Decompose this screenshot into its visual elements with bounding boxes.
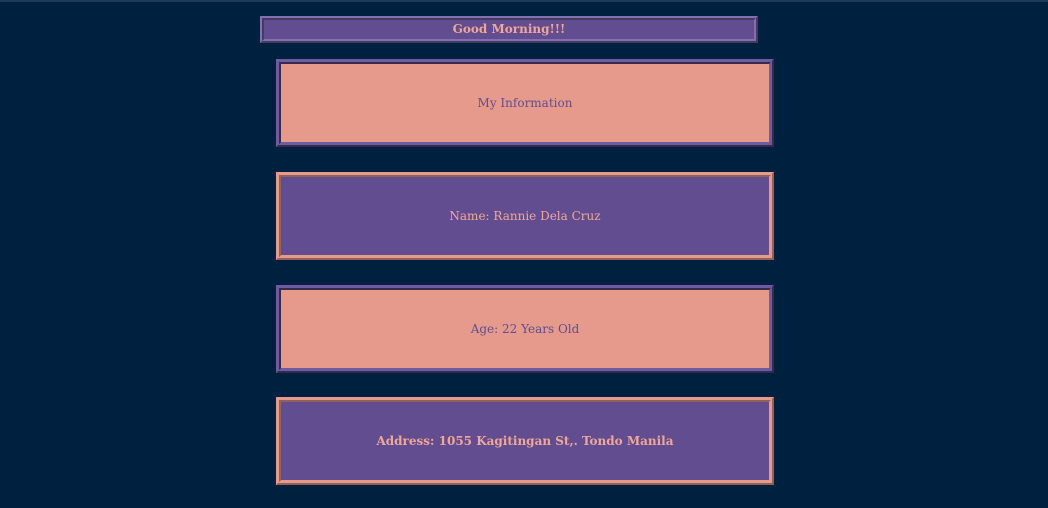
address-text: Address: 1055 Kagitingan St,. Tondo Mani… <box>376 434 674 448</box>
page: Good Morning!!! My Information Name: Ran… <box>0 0 1048 508</box>
name-card: Name: Rannie Dela Cruz <box>276 172 774 260</box>
address-card: Address: 1055 Kagitingan St,. Tondo Mani… <box>276 397 774 485</box>
my-information-label: My Information <box>477 96 573 110</box>
greeting-banner: Good Morning!!! <box>260 16 758 43</box>
my-information-card: My Information <box>276 59 774 147</box>
age-text: Age: 22 Years Old <box>470 322 580 336</box>
name-text: Name: Rannie Dela Cruz <box>449 209 601 223</box>
age-card: Age: 22 Years Old <box>276 285 774 373</box>
